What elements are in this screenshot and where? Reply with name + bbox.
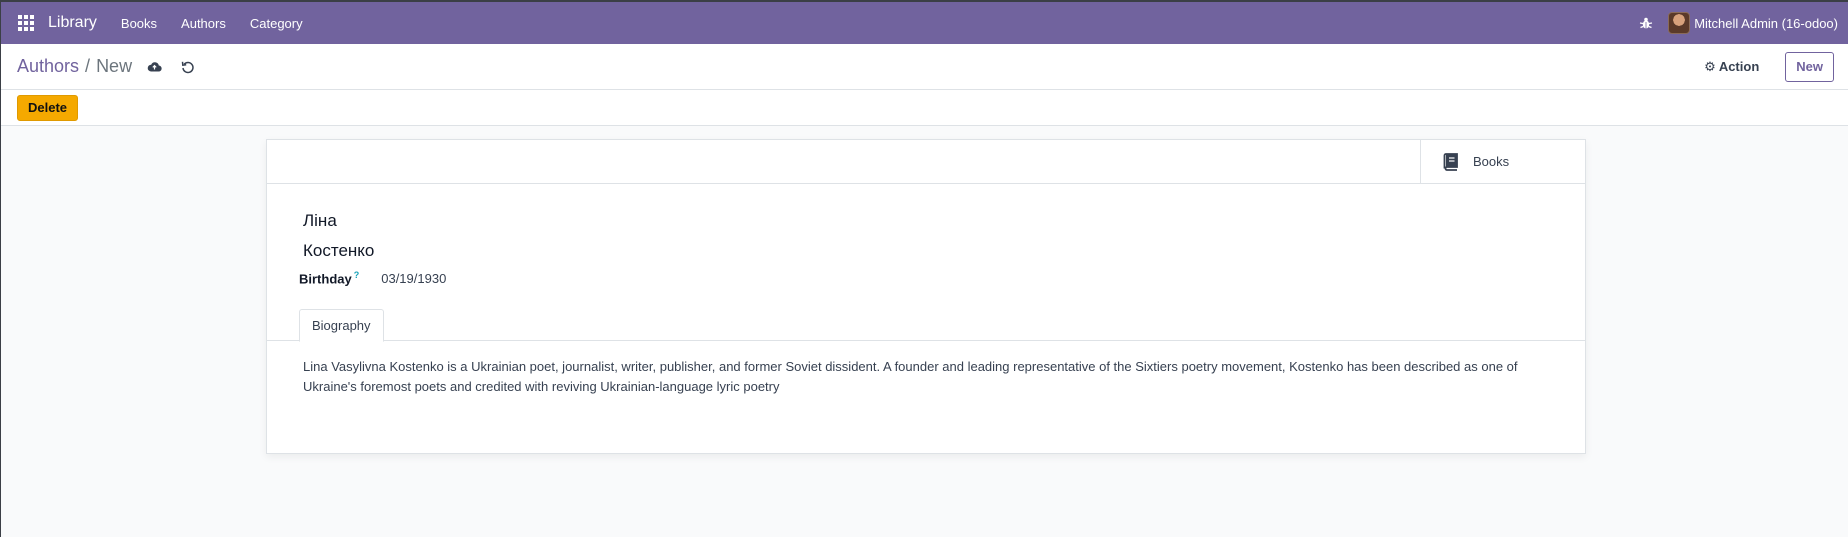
biography-field[interactable]: Lina Vasylivna Kostenko is a Ukrainian p… xyxy=(303,357,1553,397)
main-navbar: Library Books Authors Category Mitchell … xyxy=(1,2,1848,44)
last-name-field[interactable]: Костенко xyxy=(303,241,374,261)
discard-undo-icon[interactable] xyxy=(180,59,196,75)
menu-authors[interactable]: Authors xyxy=(181,12,226,35)
first-name-field[interactable]: Ліна xyxy=(303,211,337,231)
gear-icon: ⚙ xyxy=(1704,58,1716,74)
apps-grid-icon[interactable] xyxy=(18,15,34,31)
form-sheet: Books Ліна Костенко Birthday? 03/19/1930… xyxy=(266,139,1586,454)
breadcrumb-current: New xyxy=(96,56,133,76)
form-statusbar: Delete xyxy=(1,90,1848,126)
books-smart-button-label: Books xyxy=(1473,154,1510,169)
user-avatar[interactable] xyxy=(1668,12,1691,34)
tab-biography[interactable]: Biography xyxy=(299,309,384,342)
new-record-button[interactable]: New xyxy=(1785,51,1834,82)
control-panel: Authors / New ⚙ Action New xyxy=(1,44,1848,90)
notebook-tabs: Biography xyxy=(267,308,1585,342)
book-icon xyxy=(1443,152,1458,171)
app-brand[interactable]: Library xyxy=(48,14,97,32)
birthday-label-text: Birthday xyxy=(299,271,352,287)
breadcrumb-separator: / xyxy=(85,56,91,76)
birthday-help-tooltip[interactable]: ? xyxy=(354,270,360,280)
user-menu-name[interactable]: Mitchell Admin (16-odoo) xyxy=(1694,16,1838,31)
action-label: Action xyxy=(1718,59,1760,74)
birthday-label: Birthday? xyxy=(299,270,359,286)
save-cloud-icon[interactable] xyxy=(146,59,162,75)
menu-category[interactable]: Category xyxy=(250,12,303,35)
action-menu-button[interactable]: ⚙ Action xyxy=(1704,59,1759,75)
breadcrumb-parent[interactable]: Authors xyxy=(17,56,79,77)
birthday-field[interactable]: 03/19/1930 xyxy=(381,271,446,286)
breadcrumb: Authors / New xyxy=(17,56,132,77)
smart-button-box: Books xyxy=(267,140,1585,184)
menu-books[interactable]: Books xyxy=(121,12,157,35)
books-smart-button[interactable]: Books xyxy=(1420,140,1585,183)
delete-button[interactable]: Delete xyxy=(17,94,79,121)
birthday-row: Birthday? 03/19/1930 xyxy=(299,270,446,286)
debug-bug-icon[interactable] xyxy=(1638,15,1654,31)
